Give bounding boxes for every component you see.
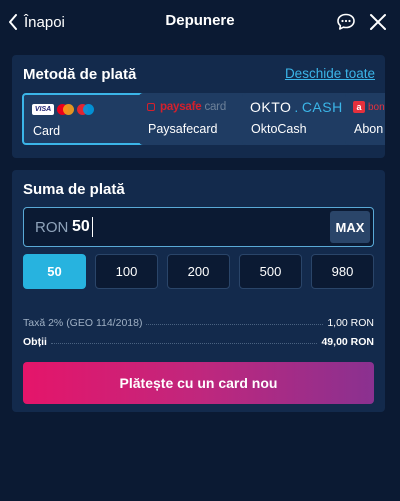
payment-method-header: Metodă de plată Deschide toate bbox=[23, 66, 375, 86]
currency-label: RON bbox=[35, 219, 69, 236]
total-row: Obții 49,00 RON bbox=[23, 332, 374, 348]
visa-logo: VISA bbox=[32, 103, 54, 115]
fee-row: Taxă 2% (GEO 114/2018) 1,00 RON bbox=[23, 313, 374, 329]
pay-with-new-card-button[interactable]: Plătește cu un card nou bbox=[23, 362, 374, 404]
fee-dots-divider bbox=[146, 324, 324, 325]
header: Înapoi Depunere bbox=[0, 0, 400, 44]
total-value: 49,00 RON bbox=[321, 336, 374, 348]
amount-input[interactable]: RON 50 MAX bbox=[23, 207, 374, 247]
preset-button[interactable]: 200 bbox=[167, 254, 230, 289]
method-label: OktoCash bbox=[251, 122, 307, 136]
oktocash-logo-cash: CASH bbox=[301, 99, 343, 115]
visa-mastercard-maestro-logo: VISA bbox=[32, 102, 94, 116]
preset-button[interactable]: 50 bbox=[23, 254, 86, 289]
amount-value[interactable]: 50 bbox=[72, 218, 90, 236]
total-label: Obții bbox=[23, 336, 47, 348]
show-all-methods-link[interactable]: Deschide toate bbox=[285, 66, 375, 81]
payment-methods-list: VISA Card paysafe card Paysafecard OKTO.… bbox=[22, 93, 385, 147]
payment-method-panel: Metodă de plată Deschide toate VISA Card… bbox=[12, 55, 385, 158]
total-dots-divider bbox=[50, 343, 318, 344]
chat-icon[interactable] bbox=[336, 12, 356, 32]
abon-logo-badge: a bbox=[353, 101, 365, 113]
payment-method-card[interactable]: VISA Card bbox=[22, 93, 146, 145]
preset-button[interactable]: 980 bbox=[311, 254, 374, 289]
method-label: Card bbox=[33, 124, 61, 138]
abon-logo-text: bon bbox=[368, 101, 385, 113]
payment-method-abon[interactable]: a bon Abon bbox=[345, 93, 385, 145]
lock-icon bbox=[147, 103, 155, 111]
fee-value: 1,00 RON bbox=[327, 317, 374, 329]
abon-logo: a bon bbox=[353, 100, 385, 114]
method-label: Paysafecard bbox=[148, 122, 218, 136]
oktocash-logo-okto: OKTO bbox=[250, 99, 292, 115]
oktocash-logo: OKTO. CASH bbox=[250, 99, 343, 115]
fee-label: Taxă 2% (GEO 114/2018) bbox=[23, 317, 143, 329]
maestro-logo bbox=[77, 103, 94, 115]
oktocash-logo-dot: . bbox=[294, 99, 299, 115]
amount-panel: Suma de plată RON 50 MAX 50 100 200 500 … bbox=[12, 170, 385, 412]
preset-button[interactable]: 100 bbox=[95, 254, 158, 289]
mastercard-logo bbox=[57, 103, 74, 115]
close-icon[interactable] bbox=[368, 12, 388, 32]
method-label: Abon bbox=[354, 122, 384, 136]
amount-title: Suma de plată bbox=[23, 181, 125, 198]
preset-button[interactable]: 500 bbox=[239, 254, 302, 289]
visa-logo-text: VISA bbox=[34, 105, 52, 113]
max-button[interactable]: MAX bbox=[330, 211, 370, 243]
text-caret bbox=[92, 217, 93, 237]
amount-presets: 50 100 200 500 980 bbox=[23, 254, 375, 290]
payment-method-title: Metodă de plată bbox=[23, 66, 137, 83]
paysafecard-logo-text: paysafe bbox=[160, 101, 202, 113]
